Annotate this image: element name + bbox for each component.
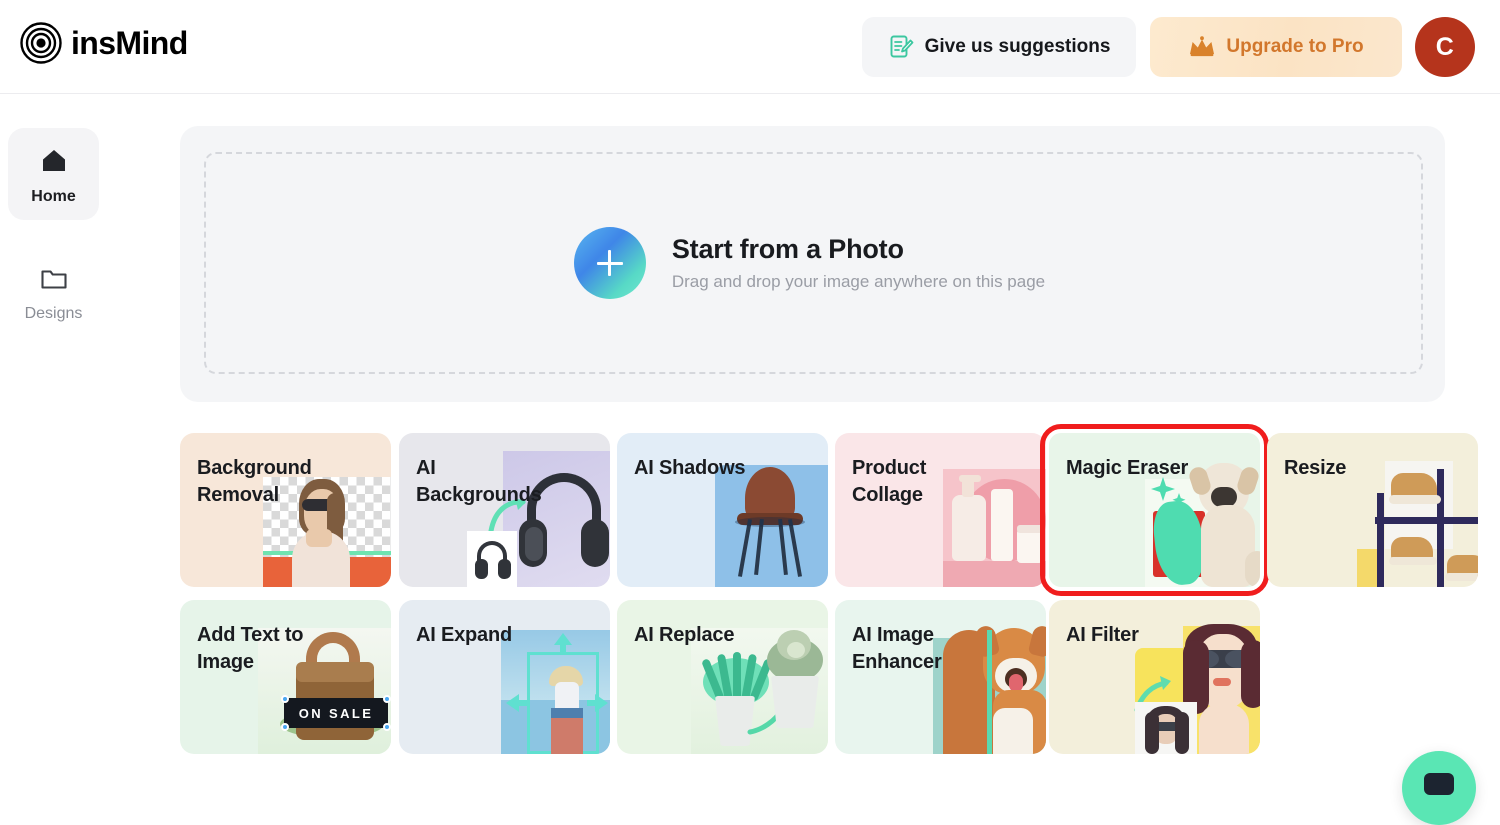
avatar-initial: C <box>1435 32 1455 61</box>
card-title: AI Shadows <box>634 457 746 479</box>
tool-card-background-removal[interactable]: Background Removal <box>180 433 391 587</box>
sidebar-item-designs[interactable]: Designs <box>8 245 99 337</box>
tool-card-resize[interactable]: Resize <box>1267 433 1478 587</box>
card-title: Magic Eraser <box>1066 457 1189 479</box>
sidebar-nav: Home Designs <box>0 95 180 785</box>
upgrade-to-pro-button[interactable]: Upgrade to Pro <box>1150 17 1402 77</box>
card-title: Resize <box>1284 457 1347 479</box>
user-avatar[interactable]: C <box>1415 17 1475 77</box>
edit-note-icon <box>890 35 913 58</box>
tool-card-magic-eraser[interactable]: Magic Eraser <box>1040 424 1269 596</box>
tool-card-ai-backgrounds[interactable]: AI Backgrounds <box>399 433 610 587</box>
card-title: AI Image Enhancer <box>852 624 942 673</box>
tool-card-product-collage[interactable]: Product Collage <box>835 433 1046 587</box>
sidebar-item-label: Home <box>31 188 76 205</box>
card-title: AI Backgrounds <box>416 457 542 506</box>
folder-icon <box>40 270 67 289</box>
sidebar-item-home[interactable]: Home <box>8 128 99 220</box>
tool-card-ai-replace[interactable]: AI Replace <box>617 600 828 754</box>
card-title: AI Expand <box>416 624 512 646</box>
brand-logo[interactable]: insMind <box>20 22 188 64</box>
card-title: Background Removal <box>197 457 312 506</box>
main-content: Start from a Photo Drag and drop your im… <box>180 95 1500 785</box>
card-title: Add Text to Image <box>197 624 304 673</box>
card-title: AI Filter <box>1066 624 1139 646</box>
give-us-suggestions-button[interactable]: Give us suggestions <box>862 17 1136 77</box>
dropzone-subtitle: Drag and drop your image anywhere on thi… <box>671 272 1046 291</box>
app-header: insMind Give us suggestions Upgrade to P… <box>0 0 1500 94</box>
sidebar-item-label: Designs <box>24 305 83 322</box>
chat-support-button[interactable] <box>1402 751 1476 825</box>
card-title: Product Collage <box>852 457 927 506</box>
card-title: AI Replace <box>634 624 735 646</box>
upgrade-label: Upgrade to Pro <box>1226 36 1364 57</box>
concentric-circles-logo-icon <box>20 22 62 64</box>
brand-name: insMind <box>71 25 188 61</box>
expand-left-arrow-icon <box>506 694 527 712</box>
chat-bubble-icon <box>1424 773 1454 795</box>
photo-dropzone-dashed-area[interactable]: Start from a Photo Drag and drop your im… <box>204 152 1423 374</box>
home-icon <box>42 150 65 171</box>
crown-icon <box>1190 36 1215 57</box>
tool-card-ai-filter[interactable]: AI Filter <box>1049 600 1260 754</box>
dropzone-title: Start from a Photo <box>671 234 904 264</box>
suggestions-label: Give us suggestions <box>924 36 1111 57</box>
expand-up-arrow-icon <box>554 633 572 653</box>
tool-card-ai-expand[interactable]: AI Expand <box>399 600 610 754</box>
photo-dropzone-panel[interactable]: Start from a Photo Drag and drop your im… <box>180 126 1445 402</box>
tool-card-ai-shadows[interactable]: AI Shadows <box>617 433 828 587</box>
plus-icon[interactable] <box>573 227 646 299</box>
on-sale-badge: ON SALE <box>298 705 374 721</box>
tool-card-ai-image-enhancer[interactable]: AI Image Enhancer <box>835 600 1046 754</box>
tool-card-add-text-to-image[interactable]: ON SALE Add Text to Image <box>180 600 391 754</box>
expand-right-arrow-icon <box>587 694 608 712</box>
